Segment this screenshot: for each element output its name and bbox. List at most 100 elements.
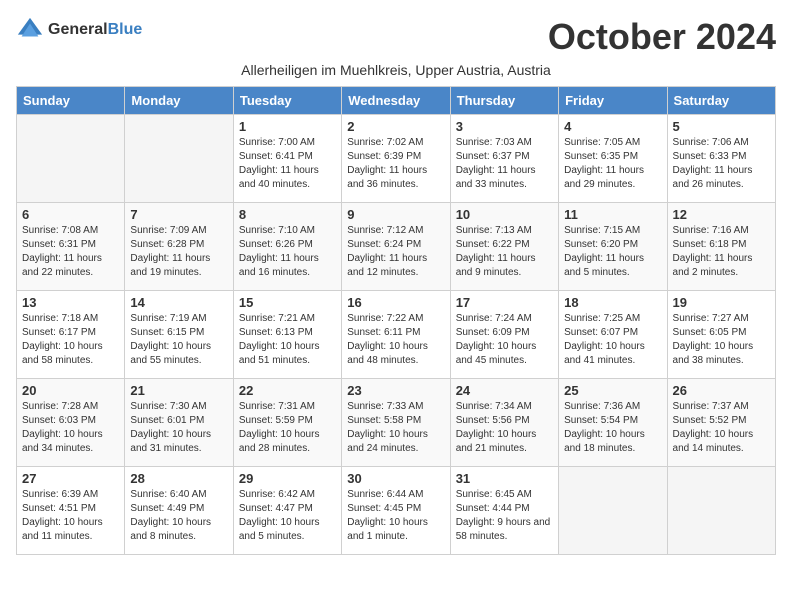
calendar-cell: 1 Sunrise: 7:00 AMSunset: 6:41 PMDaylight… xyxy=(233,115,341,203)
day-number: 12 xyxy=(673,207,770,222)
logo-icon xyxy=(16,16,44,44)
day-info: Sunrise: 7:16 AMSunset: 6:18 PMDaylight:… xyxy=(673,224,770,280)
day-info: Sunrise: 7:21 AMSunset: 6:13 PMDaylight:… xyxy=(239,312,336,368)
logo-text: GeneralBlue xyxy=(48,21,142,39)
calendar-cell: 11 Sunrise: 7:15 AMSunset: 6:20 PMDayligh… xyxy=(559,203,667,291)
day-info: Sunrise: 7:33 AMSunset: 5:58 PMDaylight:… xyxy=(347,400,444,456)
calendar-cell: 15 Sunrise: 7:21 AMSunset: 6:13 PMDayligh… xyxy=(233,291,341,379)
calendar-cell: 2Sunrise: 7:02 AMSunset: 6:39 PMDaylight… xyxy=(342,115,450,203)
header-sunday: Sunday xyxy=(17,87,125,115)
calendar-cell: 24Sunrise: 7:34 AMSunset: 5:56 PMDayligh… xyxy=(450,379,558,467)
day-info: Sunrise: 7:05 AMSunset: 6:35 PMDaylight:… xyxy=(564,136,661,192)
day-info: Sunrise: 6:42 AMSunset: 4:47 PMDaylight:… xyxy=(239,488,336,544)
header-tuesday: Tuesday xyxy=(233,87,341,115)
day-number: 14 xyxy=(130,295,227,310)
day-number: 4 xyxy=(564,119,661,134)
calendar-cell: 19Sunrise: 7:27 AMSunset: 6:05 PMDayligh… xyxy=(667,291,775,379)
calendar-cell: 31 Sunrise: 6:45 AMSunset: 4:44 PMDayligh… xyxy=(450,467,558,555)
day-info: Sunrise: 7:13 AMSunset: 6:22 PMDaylight:… xyxy=(456,224,553,280)
day-number: 15 xyxy=(239,295,336,310)
header-thursday: Thursday xyxy=(450,87,558,115)
day-number: 7 xyxy=(130,207,227,222)
day-number: 20 xyxy=(22,383,119,398)
day-info: Sunrise: 7:06 AMSunset: 6:33 PMDaylight:… xyxy=(673,136,770,192)
calendar-cell: 13Sunrise: 7:18 AMSunset: 6:17 PMDayligh… xyxy=(17,291,125,379)
day-info: Sunrise: 7:19 AMSunset: 6:15 PMDaylight:… xyxy=(130,312,227,368)
calendar-cell: 26 Sunrise: 7:37 AMSunset: 5:52 PMDayligh… xyxy=(667,379,775,467)
week-row-4: 20 Sunrise: 7:28 AMSunset: 6:03 PMDayligh… xyxy=(17,379,776,467)
day-info: Sunrise: 7:15 AMSunset: 6:20 PMDaylight:… xyxy=(564,224,661,280)
day-info: Sunrise: 7:36 AMSunset: 5:54 PMDaylight:… xyxy=(564,400,661,456)
day-info: Sunrise: 7:00 AMSunset: 6:41 PMDaylight:… xyxy=(239,136,336,192)
calendar-cell: 29Sunrise: 6:42 AMSunset: 4:47 PMDayligh… xyxy=(233,467,341,555)
calendar-cell: 30 Sunrise: 6:44 AMSunset: 4:45 PMDayligh… xyxy=(342,467,450,555)
day-info: Sunrise: 6:39 AMSunset: 4:51 PMDaylight:… xyxy=(22,488,119,544)
day-info: Sunrise: 7:24 AMSunset: 6:09 PMDaylight:… xyxy=(456,312,553,368)
day-number: 30 xyxy=(347,471,444,486)
week-row-3: 13Sunrise: 7:18 AMSunset: 6:17 PMDayligh… xyxy=(17,291,776,379)
day-info: Sunrise: 7:10 AMSunset: 6:26 PMDaylight:… xyxy=(239,224,336,280)
calendar-cell: 5 Sunrise: 7:06 AMSunset: 6:33 PMDaylight… xyxy=(667,115,775,203)
day-info: Sunrise: 7:34 AMSunset: 5:56 PMDaylight:… xyxy=(456,400,553,456)
day-number: 26 xyxy=(673,383,770,398)
day-number: 11 xyxy=(564,207,661,222)
calendar-cell: 28 Sunrise: 6:40 AMSunset: 4:49 PMDayligh… xyxy=(125,467,233,555)
calendar-cell: 27 Sunrise: 6:39 AMSunset: 4:51 PMDayligh… xyxy=(17,467,125,555)
calendar-cell: 25Sunrise: 7:36 AMSunset: 5:54 PMDayligh… xyxy=(559,379,667,467)
day-number: 9 xyxy=(347,207,444,222)
header-monday: Monday xyxy=(125,87,233,115)
logo: GeneralBlue xyxy=(16,16,142,44)
calendar-cell: 17 Sunrise: 7:24 AMSunset: 6:09 PMDayligh… xyxy=(450,291,558,379)
day-number: 8 xyxy=(239,207,336,222)
header-wednesday: Wednesday xyxy=(342,87,450,115)
calendar-cell: 9 Sunrise: 7:12 AMSunset: 6:24 PMDaylight… xyxy=(342,203,450,291)
day-info: Sunrise: 7:37 AMSunset: 5:52 PMDaylight:… xyxy=(673,400,770,456)
day-info: Sunrise: 7:08 AMSunset: 6:31 PMDaylight:… xyxy=(22,224,119,280)
day-number: 28 xyxy=(130,471,227,486)
day-info: Sunrise: 7:27 AMSunset: 6:05 PMDaylight:… xyxy=(673,312,770,368)
day-number: 3 xyxy=(456,119,553,134)
day-info: Sunrise: 7:30 AMSunset: 6:01 PMDaylight:… xyxy=(130,400,227,456)
calendar-cell: 14 Sunrise: 7:19 AMSunset: 6:15 PMDayligh… xyxy=(125,291,233,379)
day-info: Sunrise: 6:40 AMSunset: 4:49 PMDaylight:… xyxy=(130,488,227,544)
day-number: 18 xyxy=(564,295,661,310)
day-number: 22 xyxy=(239,383,336,398)
calendar-cell: 10Sunrise: 7:13 AMSunset: 6:22 PMDayligh… xyxy=(450,203,558,291)
day-info: Sunrise: 6:44 AMSunset: 4:45 PMDaylight:… xyxy=(347,488,444,544)
logo-general: General xyxy=(48,21,108,38)
day-number: 31 xyxy=(456,471,553,486)
day-info: Sunrise: 6:45 AMSunset: 4:44 PMDaylight:… xyxy=(456,488,553,544)
day-number: 21 xyxy=(130,383,227,398)
day-number: 27 xyxy=(22,471,119,486)
calendar-cell xyxy=(125,115,233,203)
day-info: Sunrise: 7:31 AMSunset: 5:59 PMDaylight:… xyxy=(239,400,336,456)
day-info: Sunrise: 7:22 AMSunset: 6:11 PMDaylight:… xyxy=(347,312,444,368)
header-row: SundayMondayTuesdayWednesdayThursdayFrid… xyxy=(17,87,776,115)
calendar-cell: 21 Sunrise: 7:30 AMSunset: 6:01 PMDayligh… xyxy=(125,379,233,467)
week-row-2: 6 Sunrise: 7:08 AMSunset: 6:31 PMDaylight… xyxy=(17,203,776,291)
calendar-cell xyxy=(559,467,667,555)
calendar-cell: 3 Sunrise: 7:03 AMSunset: 6:37 PMDaylight… xyxy=(450,115,558,203)
month-title: October 2024 xyxy=(548,16,776,58)
day-number: 16 xyxy=(347,295,444,310)
day-info: Sunrise: 7:25 AMSunset: 6:07 PMDaylight:… xyxy=(564,312,661,368)
calendar-cell: 4 Sunrise: 7:05 AMSunset: 6:35 PMDaylight… xyxy=(559,115,667,203)
week-row-5: 27 Sunrise: 6:39 AMSunset: 4:51 PMDayligh… xyxy=(17,467,776,555)
day-info: Sunrise: 7:03 AMSunset: 6:37 PMDaylight:… xyxy=(456,136,553,192)
day-info: Sunrise: 7:12 AMSunset: 6:24 PMDaylight:… xyxy=(347,224,444,280)
day-number: 1 xyxy=(239,119,336,134)
day-number: 5 xyxy=(673,119,770,134)
day-number: 23 xyxy=(347,383,444,398)
calendar-cell: 23 Sunrise: 7:33 AMSunset: 5:58 PMDayligh… xyxy=(342,379,450,467)
calendar-cell xyxy=(667,467,775,555)
calendar-cell: 6 Sunrise: 7:08 AMSunset: 6:31 PMDaylight… xyxy=(17,203,125,291)
calendar-cell xyxy=(17,115,125,203)
page-header: GeneralBlue October 2024 xyxy=(16,16,776,58)
calendar-cell: 7Sunrise: 7:09 AMSunset: 6:28 PMDaylight… xyxy=(125,203,233,291)
calendar-cell: 18 Sunrise: 7:25 AMSunset: 6:07 PMDayligh… xyxy=(559,291,667,379)
day-number: 2 xyxy=(347,119,444,134)
day-number: 17 xyxy=(456,295,553,310)
day-info: Sunrise: 7:18 AMSunset: 6:17 PMDaylight:… xyxy=(22,312,119,368)
day-number: 6 xyxy=(22,207,119,222)
day-info: Sunrise: 7:28 AMSunset: 6:03 PMDaylight:… xyxy=(22,400,119,456)
